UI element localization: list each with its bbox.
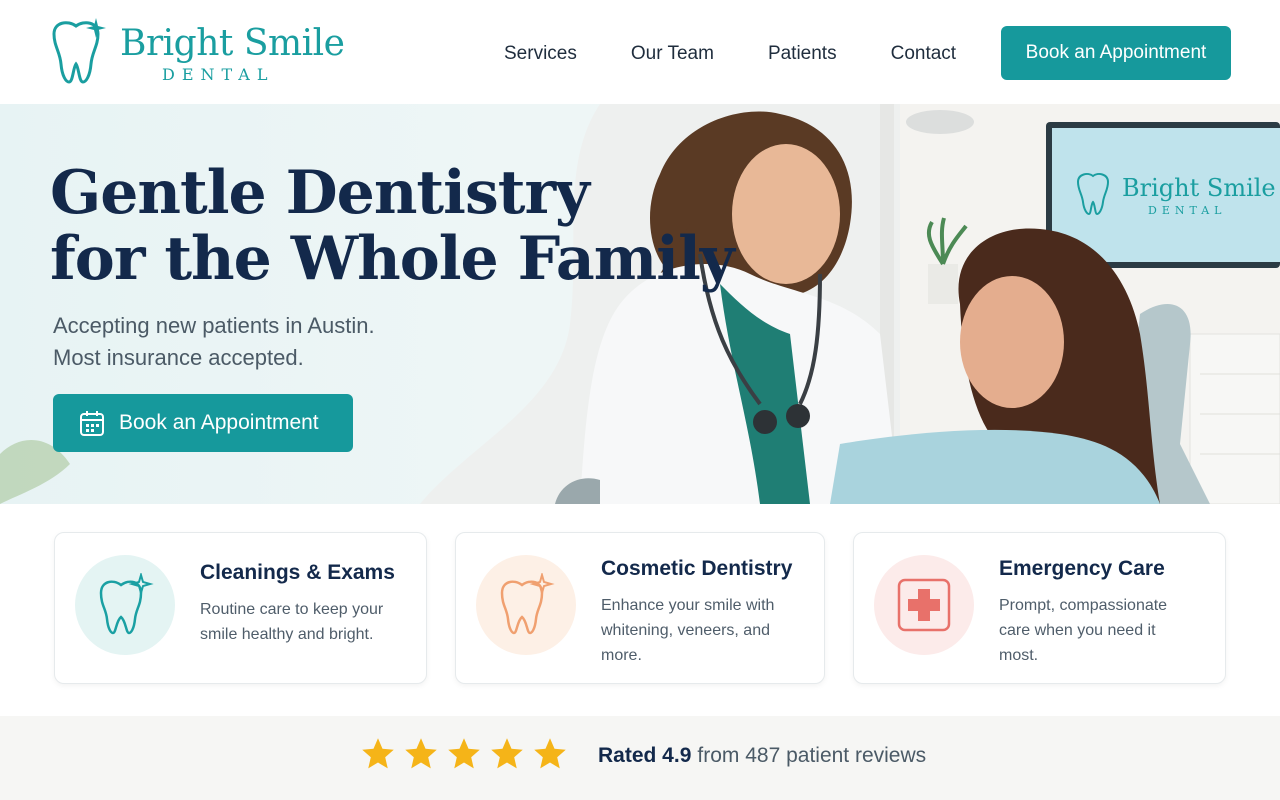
hero-subtitle: Accepting new patients in Austin. Most i… [53,310,375,374]
hero-title-line1: Gentle Dentistry [50,158,590,228]
brand-logo[interactable]: Bright Smile DENTAL [46,16,345,86]
rating-detail: from 487 patient reviews [697,744,927,767]
monitor-brand: Bright Smile [1122,174,1276,202]
tooth-sparkle-icon [476,555,576,655]
first-aid-icon [874,555,974,655]
site-header: Bright Smile DENTAL Services Our Team Pa… [0,0,1280,104]
tooth-logo-icon [52,18,106,84]
rating-summary: Rated 4.9 from 487 patient reviews [598,744,926,768]
service-title: Cosmetic Dentistry [601,557,793,580]
header-book-appointment-button[interactable]: Book an Appointment [1001,26,1231,80]
service-desc-line: more. [601,647,642,664]
star-icon [448,738,480,769]
service-title: Emergency Care [999,557,1165,580]
hero-cta-label: Book an Appointment [119,411,319,434]
rating-label: Rated 4.9 [598,744,692,767]
star-icon [405,738,437,769]
brand-name: Bright Smile [120,23,345,64]
service-desc-line: Routine care to keep your [200,601,384,618]
service-card-cleanings[interactable]: Cleanings & Exams Routine care to keep y… [54,532,427,684]
service-card-cosmetic[interactable]: Cosmetic Dentistry Enhance your smile wi… [455,532,825,684]
service-desc-line: smile healthy and bright. [200,626,374,643]
nav-services[interactable]: Services [504,42,577,66]
hero-sub-line2: Most insurance accepted. [53,345,304,370]
service-desc-line: care when you need it [999,622,1156,639]
brand-sub: DENTAL [162,65,275,84]
service-desc-line: Prompt, compassionate [999,597,1168,614]
nav-our-team[interactable]: Our Team [631,42,714,66]
rating-bar: Rated 4.9 from 487 patient reviews [0,716,1280,800]
service-desc-line: Enhance your smile with [601,597,775,614]
hero-section: Bright Smile DENTAL Gentle Dentistry for… [0,104,1280,504]
service-desc-line: most. [999,647,1039,664]
hero-title: Gentle Dentistry for the Whole Family [50,158,735,294]
hero-title-line2: for the Whole Family [50,224,735,294]
service-desc: Prompt, compassionate care when you need… [999,593,1199,668]
calendar-icon [79,409,105,437]
monitor-sub: DENTAL [1148,204,1226,217]
star-icon [491,738,523,769]
services-section: Cleanings & Exams Routine care to keep y… [0,504,1280,716]
rating-stars [360,736,575,772]
service-desc-line: whitening, veneers, and [601,622,770,639]
tooth-sparkle-icon [75,555,175,655]
service-title: Cleanings & Exams [200,561,395,584]
hero-sub-line1: Accepting new patients in Austin. [53,313,375,338]
star-icon [534,738,566,769]
nav-patients[interactable]: Patients [768,42,837,66]
nav-contact[interactable]: Contact [891,42,956,66]
star-icon [362,738,394,769]
hero-book-appointment-button[interactable]: Book an Appointment [53,394,353,452]
service-desc: Routine care to keep your smile healthy … [200,597,400,647]
service-card-emergency[interactable]: Emergency Care Prompt, compassionate car… [853,532,1226,684]
service-desc: Enhance your smile with whitening, venee… [601,593,801,668]
main-nav: Services Our Team Patients Contact [504,42,1010,66]
